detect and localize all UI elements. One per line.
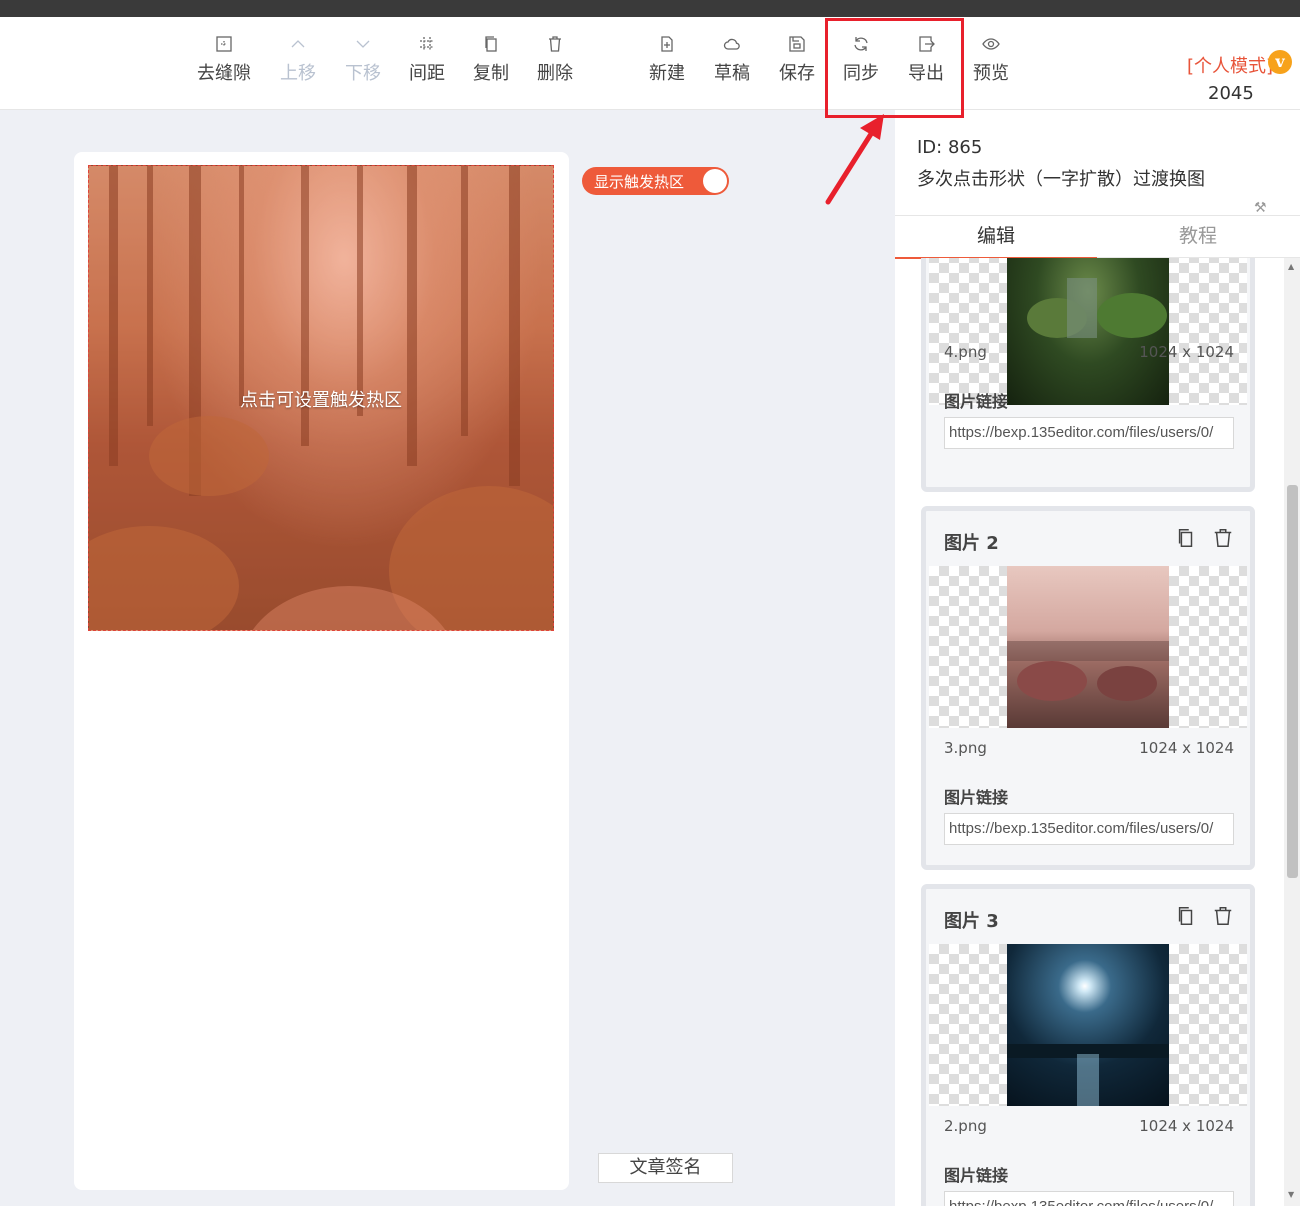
image-card-title: 图片 3	[944, 911, 999, 932]
image-link-input[interactable]: https://bexp.135editor.com/files/users/0…	[944, 813, 1234, 845]
trash-icon[interactable]	[1212, 527, 1236, 551]
save-button[interactable]: 保存	[764, 35, 830, 85]
image-link-input[interactable]: https://bexp.135editor.com/files/users/0…	[944, 417, 1234, 449]
preview-label: 预览	[973, 63, 1009, 84]
image-link-label: 图片链接	[944, 1166, 1009, 1185]
remove-gap-label: 去缝隙	[197, 63, 251, 84]
export-icon	[893, 35, 959, 57]
trash-icon[interactable]	[1212, 905, 1236, 929]
image-filename: 2.png	[944, 1117, 987, 1135]
move-up-label: 上移	[280, 63, 316, 84]
show-hotspot-toggle[interactable]: 显示触发热区	[582, 167, 729, 195]
image-preview	[929, 566, 1247, 728]
spacing-label: 间距	[409, 63, 445, 84]
copy-icon[interactable]	[1175, 905, 1199, 929]
thumbnail-night-moon	[1007, 944, 1169, 1106]
spacing-button[interactable]: 间距	[394, 35, 460, 85]
export-button[interactable]: 导出	[893, 35, 959, 85]
right-panel: ID: 865 多次点击形状（一字扩散）过渡换图 ⚒ 编辑 教程 4.png 1…	[895, 110, 1300, 1206]
hotspot-hint-text: 点击可设置触发热区	[240, 390, 402, 411]
sync-button[interactable]: 同步	[828, 35, 894, 85]
delete-button[interactable]: 删除	[522, 35, 588, 85]
image-filename: 4.png	[944, 343, 987, 361]
tab-edit[interactable]: 编辑	[895, 216, 1097, 259]
copy-label: 复制	[473, 63, 509, 84]
image-dimensions: 1024 x 1024	[1139, 1117, 1234, 1135]
image-link-label: 图片链接	[944, 788, 1009, 807]
sync-icon	[828, 35, 894, 57]
scroll-up-icon[interactable]: ▲	[1288, 262, 1294, 271]
draft-label: 草稿	[714, 63, 750, 84]
new-button[interactable]: 新建	[634, 35, 700, 85]
cloud-icon	[699, 35, 765, 57]
eye-icon	[958, 35, 1024, 57]
tab-tutorial[interactable]: 教程	[1097, 216, 1299, 259]
remove-gap-button[interactable]: 去缝隙	[191, 35, 257, 85]
move-up-button[interactable]: 上移	[265, 35, 331, 85]
delete-label: 删除	[537, 63, 573, 84]
image-link-input[interactable]: https://bexp.135editor.com/files/users/0…	[944, 1191, 1234, 1206]
remove-gap-icon	[191, 35, 257, 57]
template-id: ID: 865	[917, 137, 983, 158]
image-card-list: 4.png 1024 x 1024 图片链接 https://bexp.135e…	[895, 258, 1285, 1206]
panel-scrollbar-thumb[interactable]	[1287, 485, 1298, 878]
window-top-strip	[0, 0, 1300, 17]
move-down-button[interactable]: 下移	[330, 35, 396, 85]
credit-count: 2045	[1208, 83, 1254, 104]
thumbnail-forest-stream	[1007, 258, 1169, 405]
image-link-label: 图片链接	[944, 392, 1009, 411]
annotation-arrow-icon	[825, 114, 884, 205]
image-preview	[929, 944, 1247, 1106]
image-preview	[929, 258, 1247, 405]
scroll-down-icon[interactable]: ▼	[1288, 1190, 1294, 1199]
sync-label: 同步	[843, 63, 879, 84]
image-dimensions: 1024 x 1024	[1139, 739, 1234, 757]
preview-button[interactable]: 预览	[958, 35, 1024, 85]
article-signature-button[interactable]: 文章签名	[598, 1153, 733, 1183]
new-label: 新建	[649, 63, 685, 84]
chevron-up-icon	[265, 35, 331, 57]
copy-button[interactable]: 复制	[458, 35, 524, 85]
panel-tabs: 编辑 教程	[895, 215, 1300, 259]
copy-icon	[458, 35, 524, 57]
image-card: 图片 2 3.png 1024 x 1024 图片链接 https://bexp…	[921, 506, 1255, 870]
vip-badge-icon: v	[1268, 50, 1292, 74]
image-card-title: 图片 2	[944, 533, 999, 554]
chevron-down-icon	[330, 35, 396, 57]
wrench-icon[interactable]: ⚒	[1254, 200, 1267, 216]
personal-mode-link[interactable]: [个人模式]	[1187, 52, 1273, 78]
image-dimensions: 1024 x 1024	[1139, 343, 1234, 361]
save-label: 保存	[779, 63, 815, 84]
new-file-icon	[634, 35, 700, 57]
spacing-grid-icon	[394, 35, 460, 57]
toolbar: 去缝隙 上移 下移 间距 复制 删除 新建 草稿 保存 同步 导出 预览 [个人…	[0, 17, 1300, 110]
template-name: 多次点击形状（一字扩散）过渡换图	[917, 169, 1205, 190]
image-card: 4.png 1024 x 1024 图片链接 https://bexp.135e…	[921, 258, 1255, 492]
save-icon	[764, 35, 830, 57]
move-down-label: 下移	[345, 63, 381, 84]
show-hotspot-toggle-label: 显示触发热区	[594, 173, 685, 191]
export-label: 导出	[908, 63, 944, 84]
thumbnail-misty-marsh	[1007, 566, 1169, 728]
image-filename: 3.png	[944, 739, 987, 757]
trash-icon	[522, 35, 588, 57]
toggle-knob	[703, 169, 727, 193]
hotspot-image[interactable]: 点击可设置触发热区	[88, 165, 554, 631]
copy-icon[interactable]	[1175, 527, 1199, 551]
draft-button[interactable]: 草稿	[699, 35, 765, 85]
image-card: 图片 3 2.png 1024 x 1024 图片链接 https://bexp…	[921, 884, 1255, 1206]
